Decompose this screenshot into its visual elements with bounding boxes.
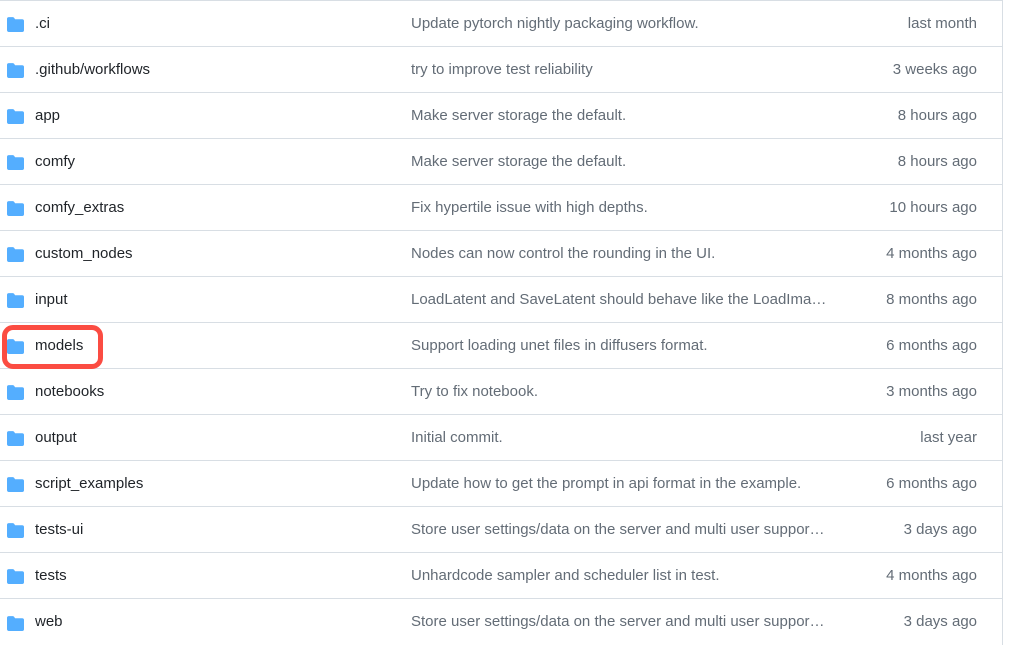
file-name-cell[interactable]: .ci (0, 15, 411, 33)
file-name-label: .ci (35, 14, 50, 32)
file-name-cell[interactable]: comfy_extras (0, 199, 411, 217)
commit-time: 8 hours ago (897, 152, 977, 170)
table-row-models[interactable]: models Support loading unet files in dif… (0, 323, 1002, 369)
commit-message[interactable]: Make server storage the default. (411, 107, 898, 125)
folder-icon (7, 385, 24, 400)
commit-message[interactable]: Update pytorch nightly packaging workflo… (411, 15, 908, 33)
table-row-notebooks[interactable]: notebooks Try to fix notebook. 3 months … (0, 369, 1002, 415)
file-name-cell[interactable]: web (0, 613, 411, 631)
file-name-label: script_examples (35, 474, 144, 492)
commit-time: 8 hours ago (897, 106, 977, 124)
commit-time: 3 months ago (886, 382, 977, 400)
file-name-label: models (35, 336, 84, 354)
file-name-label: app (35, 106, 61, 124)
commit-message[interactable]: try to improve test reliability (411, 61, 893, 79)
file-name-label: input (35, 290, 68, 308)
commit-time: 8 months ago (886, 290, 977, 308)
folder-icon (7, 247, 24, 262)
file-name-cell[interactable]: input (0, 291, 411, 309)
file-name-cell[interactable]: custom_nodes (0, 245, 411, 263)
commit-message[interactable]: Unhardcode sampler and scheduler list in… (411, 567, 886, 585)
table-row-input[interactable]: input LoadLatent and SaveLatent should b… (0, 277, 1002, 323)
commit-time: 10 hours ago (889, 198, 977, 216)
commit-time: last month (907, 14, 977, 32)
commit-message[interactable]: Nodes can now control the rounding in th… (411, 245, 886, 263)
table-row-tests[interactable]: tests Unhardcode sampler and scheduler l… (0, 553, 1002, 599)
folder-icon (7, 201, 24, 216)
table-row-web[interactable]: web Store user settings/data on the serv… (0, 599, 1002, 645)
folder-icon (7, 523, 24, 538)
commit-message[interactable]: Fix hypertile issue with high depths. (411, 199, 889, 217)
file-name-label: comfy (35, 152, 76, 170)
folder-icon (7, 569, 24, 584)
file-name-label: web (35, 613, 63, 630)
table-row-output[interactable]: output Initial commit. last year (0, 415, 1002, 461)
file-name-cell[interactable]: app (0, 107, 411, 125)
table-row-custom_nodes[interactable]: custom_nodes Nodes can now control the r… (0, 231, 1002, 277)
file-name-label: tests (35, 566, 67, 584)
table-row-.github/workflows[interactable]: .github/workflows try to improve test re… (0, 47, 1002, 93)
commit-message[interactable]: Initial commit. (411, 429, 920, 447)
folder-icon (7, 615, 24, 631)
folder-icon (7, 155, 24, 170)
file-name-cell[interactable]: comfy (0, 153, 411, 171)
folder-icon (7, 109, 24, 124)
table-row-tests-ui[interactable]: tests-ui Store user settings/data on the… (0, 507, 1002, 553)
folder-icon (7, 293, 24, 308)
folder-icon (7, 339, 24, 354)
file-name-label: .github/workflows (35, 60, 151, 78)
commit-message[interactable]: Make server storage the default. (411, 153, 898, 171)
file-name-label: comfy_extras (35, 198, 125, 216)
folder-icon (7, 477, 24, 492)
file-name-cell[interactable]: models (0, 337, 411, 355)
commit-time: 3 days ago (903, 613, 977, 630)
commit-message[interactable]: Store user settings/data on the server a… (411, 521, 904, 539)
table-row-.ci[interactable]: .ci Update pytorch nightly packaging wor… (0, 1, 1002, 47)
commit-time: 6 months ago (886, 336, 977, 354)
commit-message[interactable]: Store user settings/data on the server a… (411, 613, 904, 631)
file-name-label: notebooks (35, 382, 105, 400)
table-row-comfy[interactable]: comfy Make server storage the default. 8… (0, 139, 1002, 185)
folder-icon (7, 17, 24, 32)
table-row-app[interactable]: app Make server storage the default. 8 h… (0, 93, 1002, 139)
commit-message[interactable]: LoadLatent and SaveLatent should behave … (411, 291, 886, 309)
file-name-cell[interactable]: script_examples (0, 475, 411, 493)
folder-icon (7, 431, 24, 446)
file-name-cell[interactable]: notebooks (0, 383, 411, 401)
commit-time: 3 days ago (903, 520, 977, 538)
table-row-script_examples[interactable]: script_examples Update how to get the pr… (0, 461, 1002, 507)
commit-time: 4 months ago (886, 244, 977, 262)
table-row-comfy_extras[interactable]: comfy_extras Fix hypertile issue with hi… (0, 185, 1002, 231)
commit-time: 6 months ago (886, 474, 977, 492)
commit-message[interactable]: Support loading unet files in diffusers … (411, 337, 886, 355)
commit-time: 3 weeks ago (892, 60, 977, 78)
file-name-cell[interactable]: .github/workflows (0, 61, 411, 79)
commit-time: 4 months ago (886, 566, 977, 584)
file-name-cell[interactable]: tests (0, 567, 411, 585)
folder-icon (7, 63, 24, 78)
file-name-cell[interactable]: tests-ui (0, 521, 411, 539)
commit-time: last year (920, 428, 977, 446)
file-name-label: output (35, 428, 77, 446)
file-name-label: custom_nodes (35, 244, 133, 262)
file-listing-table: .ci Update pytorch nightly packaging wor… (0, 0, 1003, 645)
commit-message[interactable]: Update how to get the prompt in api form… (411, 475, 886, 493)
file-name-cell[interactable]: output (0, 429, 411, 447)
commit-message[interactable]: Try to fix notebook. (411, 383, 886, 401)
file-name-label: tests-ui (35, 520, 84, 538)
